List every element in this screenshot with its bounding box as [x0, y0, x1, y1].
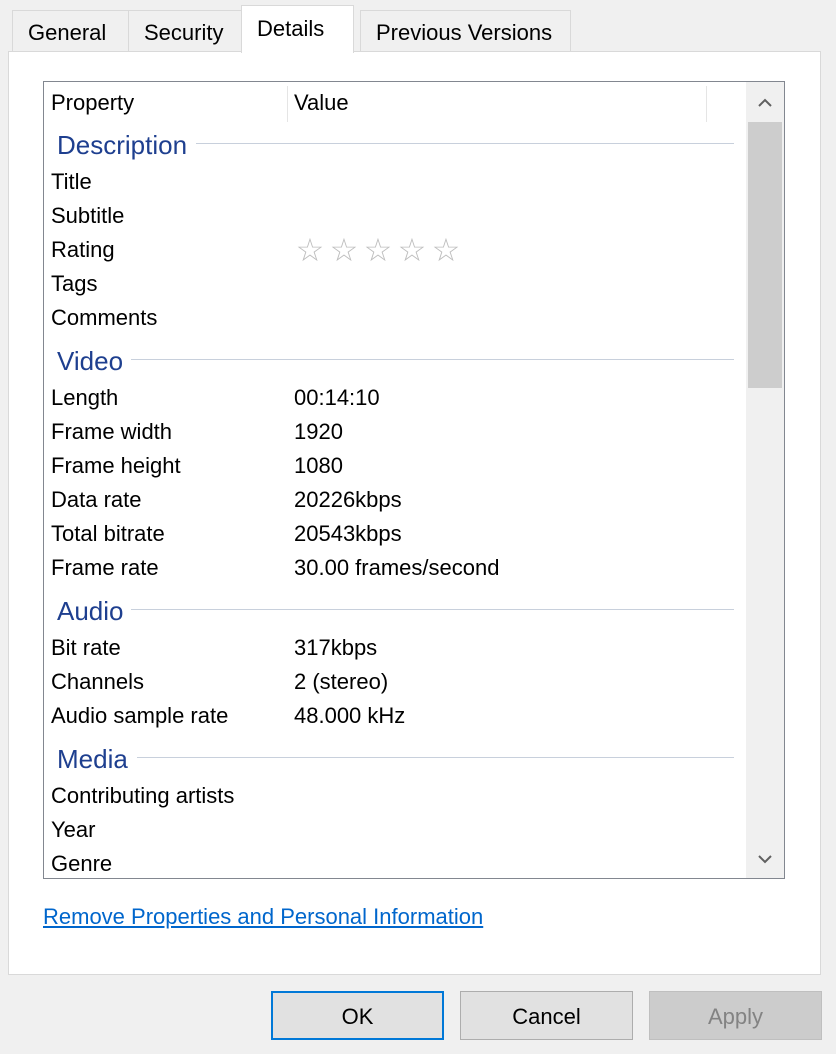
property-row[interactable]: Year — [51, 813, 741, 847]
group-video: Video — [57, 346, 124, 376]
group-divider — [137, 757, 734, 758]
property-value: 1080 — [294, 453, 343, 478]
apply-button[interactable]: Apply — [649, 991, 822, 1040]
group-media: Media — [57, 744, 128, 774]
property-value: 48.000 kHz — [294, 703, 406, 728]
group-divider — [196, 143, 734, 144]
property-name: Total bitrate — [51, 521, 165, 546]
scroll-up-button[interactable] — [746, 84, 784, 122]
property-name: Title — [51, 169, 92, 194]
property-name: Bit rate — [51, 635, 121, 660]
property-name: Tags — [51, 271, 98, 296]
property-row[interactable]: Frame width 1920 — [51, 415, 741, 449]
property-value: 20543kbps — [294, 521, 402, 546]
property-row[interactable]: Data rate 20226kbps — [51, 483, 741, 517]
property-row[interactable]: Bit rate 317kbps — [51, 631, 741, 665]
property-row[interactable]: Channels 2 (stereo) — [51, 665, 741, 699]
property-row[interactable]: Frame height 1080 — [51, 449, 741, 483]
chevron-up-icon — [758, 98, 772, 107]
property-name: Frame height — [51, 453, 181, 478]
property-name: Frame width — [51, 419, 173, 444]
property-value: 20226kbps — [294, 487, 402, 512]
star-icon[interactable]: ☆ — [294, 233, 328, 267]
column-divider[interactable] — [287, 86, 288, 122]
property-column-header[interactable]: Property — [51, 82, 134, 124]
property-name: Year — [51, 817, 96, 842]
remove-properties-link[interactable]: Remove Properties and Personal Informati… — [43, 904, 483, 930]
tab-security[interactable]: Security — [128, 10, 242, 54]
property-name: Subtitle — [51, 203, 125, 228]
property-name: Length — [51, 385, 119, 410]
ok-button[interactable]: OK — [271, 991, 444, 1040]
property-row[interactable]: Genre — [51, 847, 741, 878]
scrollbar-thumb[interactable] — [748, 122, 782, 388]
property-row[interactable]: Contributing artists — [51, 779, 741, 813]
group-audio: Audio — [57, 596, 124, 626]
rating-stars[interactable]: ☆ ☆ ☆ ☆ ☆ — [294, 233, 464, 267]
star-icon[interactable]: ☆ — [396, 233, 430, 267]
property-row[interactable]: Total bitrate 20543kbps — [51, 517, 741, 551]
group-divider — [131, 359, 734, 360]
property-name: Channels — [51, 669, 144, 694]
star-icon[interactable]: ☆ — [430, 233, 464, 267]
property-row[interactable]: Audio sample rate 48.000 kHz — [51, 699, 741, 733]
property-row[interactable]: Frame rate 30.00 frames/second — [51, 551, 741, 585]
property-name: Comments — [51, 305, 158, 330]
star-icon[interactable]: ☆ — [362, 233, 396, 267]
property-row[interactable]: Comments — [51, 301, 741, 335]
properties-dialog: General Security Previous Versions Detai… — [0, 0, 836, 1054]
value-column-header[interactable]: Value — [294, 82, 349, 124]
property-row[interactable]: Tags — [51, 267, 741, 301]
list-header: Property Value — [44, 82, 744, 124]
property-value: 00:14:10 — [294, 385, 380, 410]
property-name: Data rate — [51, 487, 142, 512]
column-divider[interactable] — [706, 86, 707, 122]
property-name: Audio sample rate — [51, 703, 229, 728]
vertical-scrollbar[interactable] — [746, 82, 784, 878]
chevron-down-icon — [758, 855, 772, 864]
property-name: Genre — [51, 851, 113, 876]
property-value: 1920 — [294, 419, 343, 444]
property-name: Frame rate — [51, 555, 159, 580]
tab-previous-versions[interactable]: Previous Versions — [360, 10, 571, 54]
property-row[interactable]: Length 00:14:10 — [51, 381, 741, 415]
group-description: Description — [57, 130, 188, 160]
properties-list[interactable]: Property Value Description Title Subtitl… — [43, 81, 785, 879]
property-name: Rating — [51, 237, 115, 262]
property-value: 30.00 frames/second — [294, 555, 500, 580]
tab-details[interactable]: Details — [241, 5, 354, 53]
property-value: 317kbps — [294, 635, 378, 660]
scroll-down-button[interactable] — [746, 840, 784, 878]
property-name: Contributing artists — [51, 783, 235, 808]
tab-general[interactable]: General — [12, 10, 129, 54]
property-row[interactable]: Subtitle — [51, 199, 741, 233]
property-value: 2 (stereo) — [294, 669, 389, 694]
star-icon[interactable]: ☆ — [328, 233, 362, 267]
cancel-button[interactable]: Cancel — [460, 991, 633, 1040]
property-row-rating[interactable]: Rating ☆ ☆ ☆ ☆ ☆ — [51, 233, 741, 267]
group-divider — [131, 609, 734, 610]
property-row[interactable]: Title — [51, 165, 741, 199]
